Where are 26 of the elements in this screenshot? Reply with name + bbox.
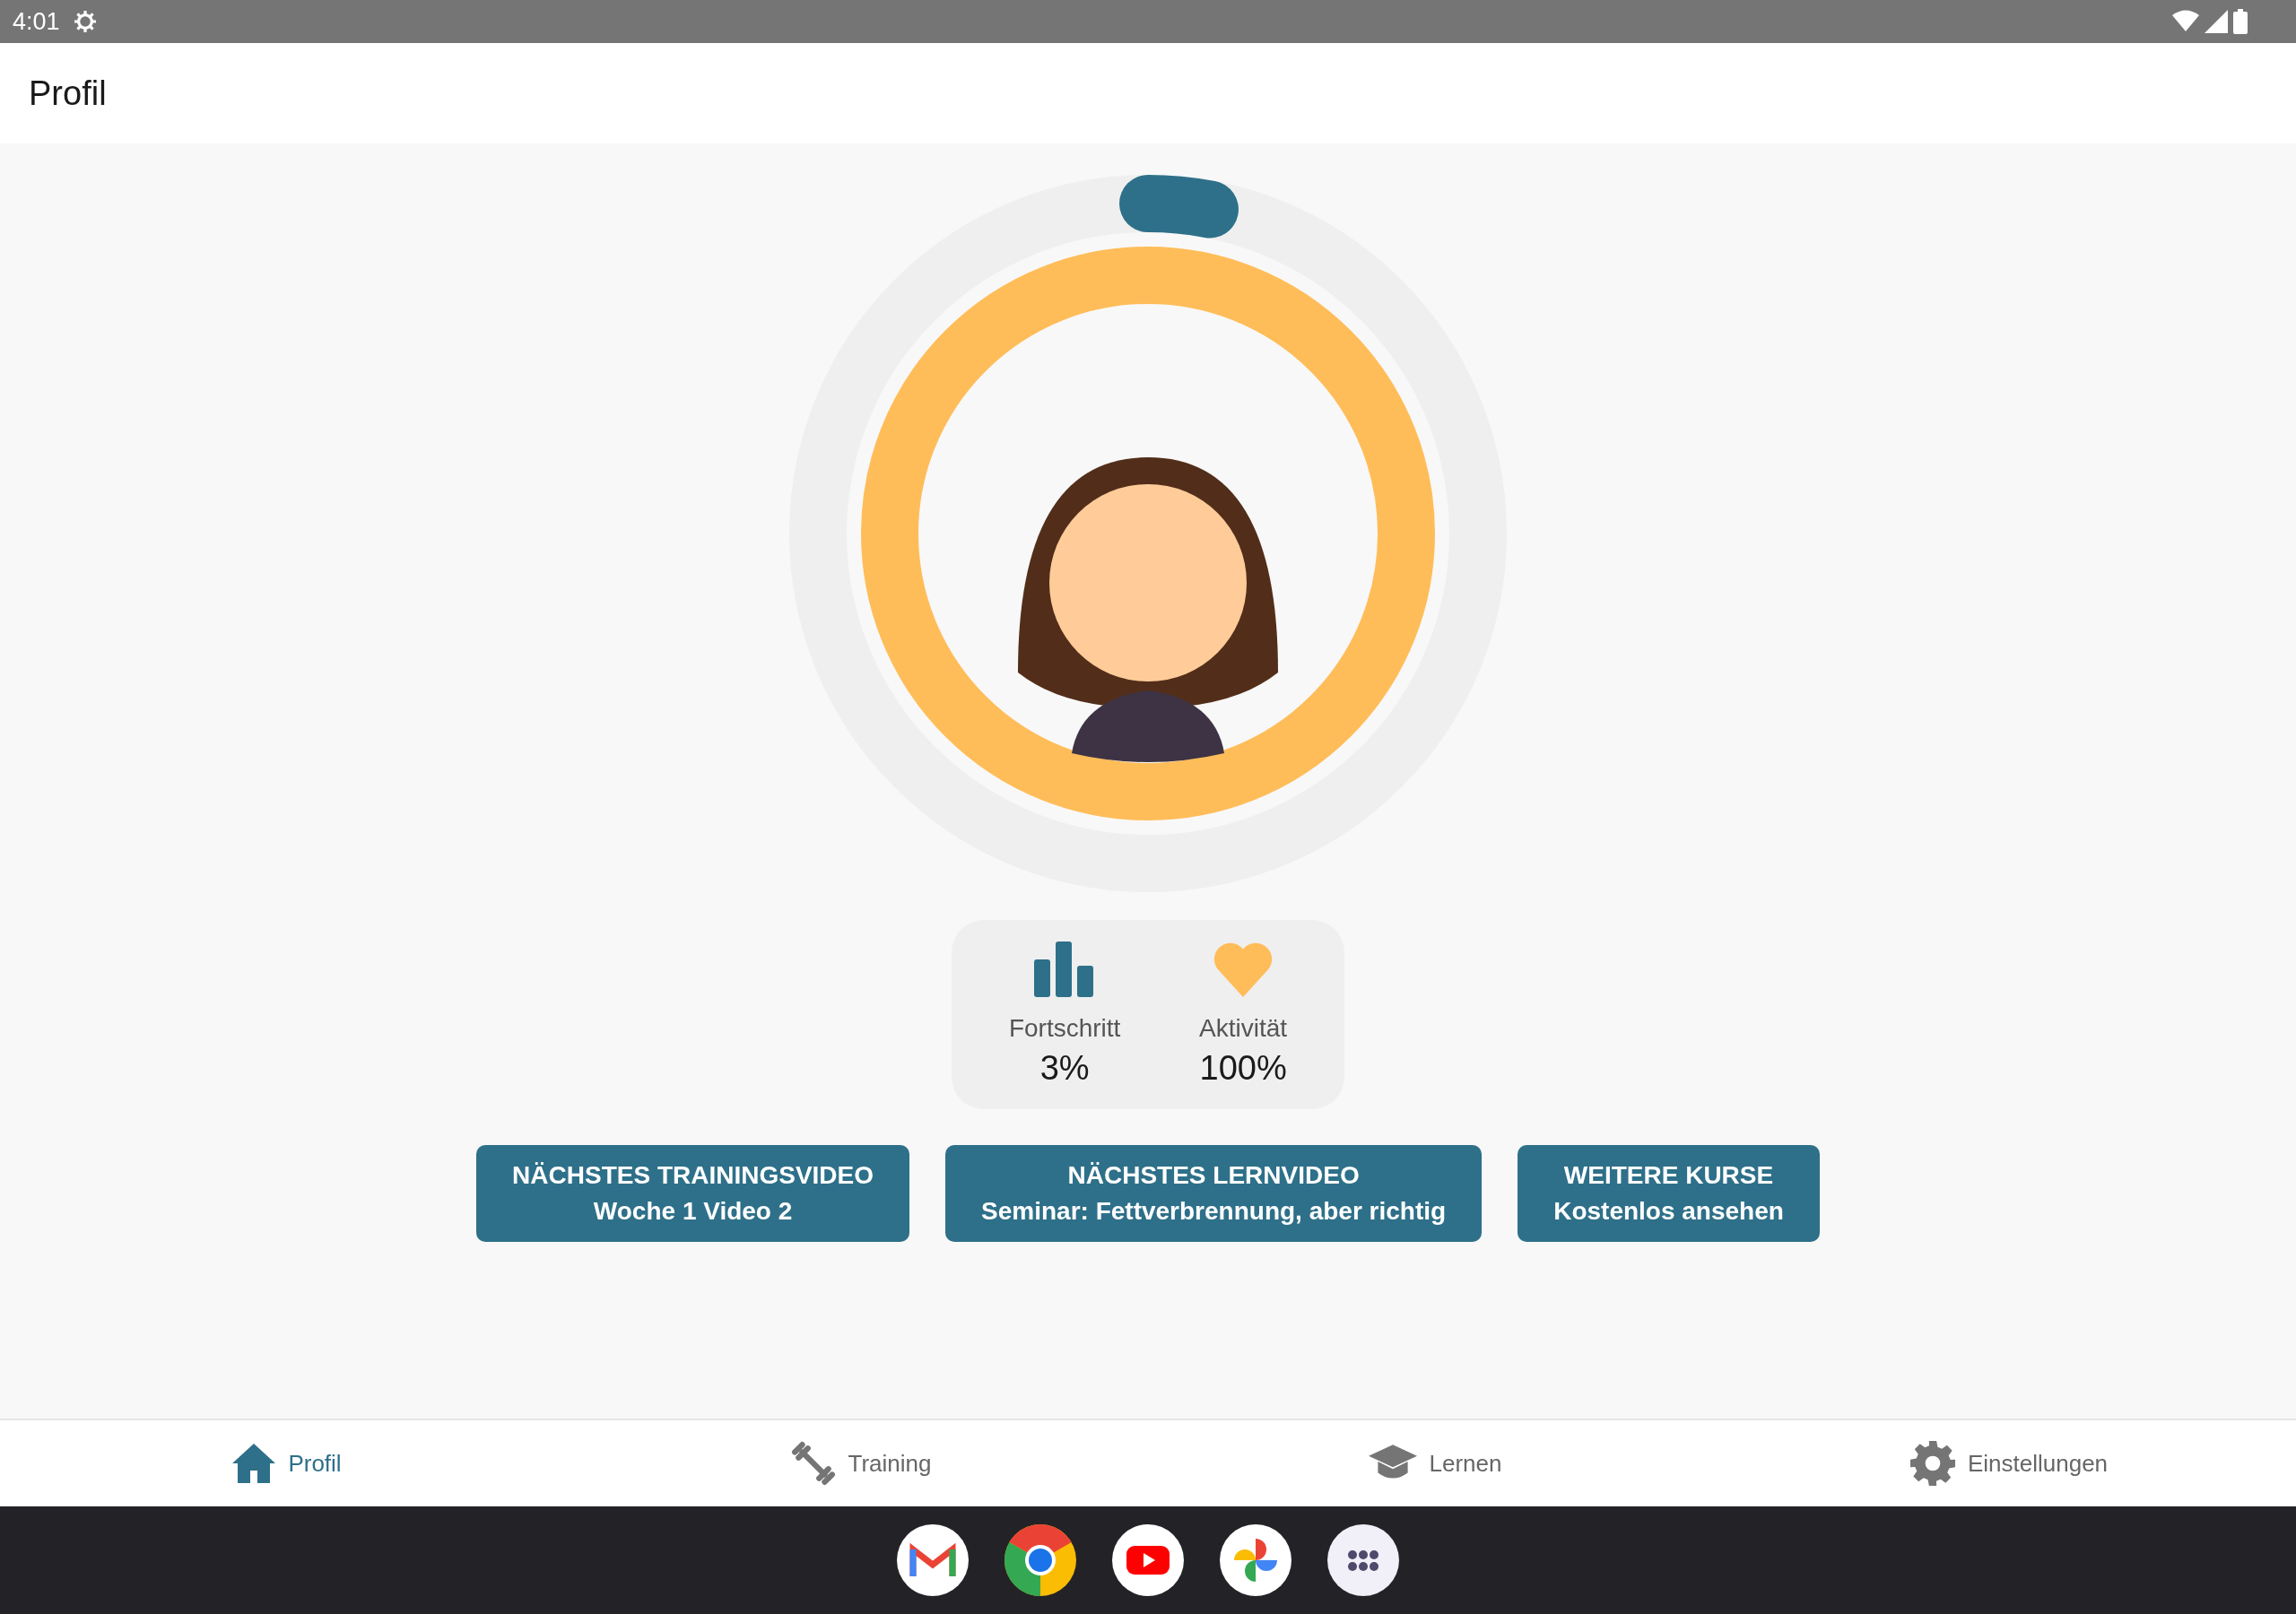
stat-label: Fortschritt [1008,1012,1121,1044]
browser-icon[interactable] [1004,1524,1076,1596]
status-time: 4:01 [13,6,60,37]
nav-tab[interactable]: Lernen [1148,1420,1722,1506]
app-grid-icon[interactable] [1327,1524,1399,1596]
page-title: Profil [29,73,107,114]
settings-icon [1909,1441,1955,1486]
wifi-icon [2172,10,2199,33]
nav-tab[interactable]: Einstellungen [1722,1420,2296,1506]
course-button[interactable]: WEITERE KURSE Kostenlos ansehen [1518,1145,1820,1242]
stat-value: 100% [1199,1047,1287,1089]
nav-tab[interactable]: Profil [0,1420,574,1506]
video-play-icon[interactable] [1112,1524,1184,1596]
stat-label: Aktivität [1199,1012,1288,1044]
dumbbell-icon [790,1441,836,1486]
course-button[interactable]: NÄCHSTES TRAININGSVIDEO Woche 1 Video 2 [476,1145,910,1242]
heart-icon [1213,941,1274,997]
stat-value: 3% [1039,1047,1090,1089]
signal-icon [2205,10,2228,33]
nav-tab[interactable]: Training [574,1420,1148,1506]
course-button[interactable]: NÄCHSTES LERNVIDEO Seminar: Fettverbrennung, aber richtig [945,1145,1483,1242]
bar-chart-icon [1034,941,1096,997]
battery-icon [2233,9,2248,34]
mail-icon[interactable] [897,1524,969,1596]
home-icon [232,1444,276,1483]
pinwheel-icon[interactable] [1220,1524,1292,1596]
